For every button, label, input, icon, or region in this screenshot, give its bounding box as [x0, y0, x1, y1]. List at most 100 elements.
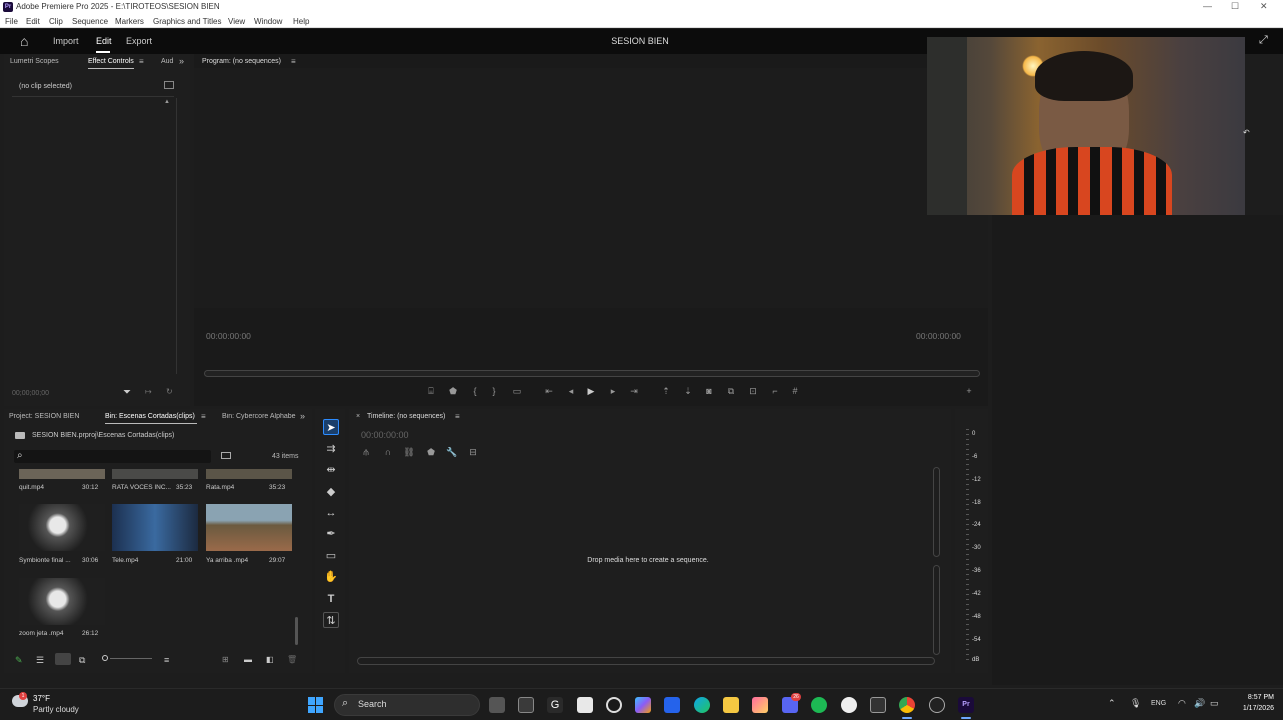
hand-tool-icon[interactable]: ✋	[323, 569, 339, 585]
scroll-up-icon[interactable]: ▲	[164, 99, 170, 105]
add-marker-icon[interactable]: ⬟	[424, 446, 438, 458]
more-tabs-icon[interactable]: »	[300, 411, 305, 421]
clip-thumbnail[interactable]	[19, 504, 105, 551]
premiere-taskbar-icon[interactable]: Pr	[958, 697, 974, 713]
search-input[interactable]	[14, 450, 211, 463]
clip-thumbnail[interactable]	[206, 504, 292, 551]
obs-icon[interactable]	[841, 697, 857, 713]
fullscreen-icon[interactable]: ⤢	[1259, 34, 1268, 47]
widgets-icon[interactable]	[518, 697, 534, 713]
app-icon[interactable]	[929, 697, 945, 713]
tab-export[interactable]: Export	[126, 36, 152, 46]
copilot-icon[interactable]	[635, 697, 651, 713]
track-select-tool-icon[interactable]: ⇉	[323, 441, 339, 457]
zoom-slider-handle[interactable]	[102, 655, 108, 661]
mark-out-icon[interactable]: }	[487, 385, 501, 397]
pencil-icon[interactable]: ✎	[15, 655, 23, 666]
lift-icon[interactable]: ⇡	[659, 385, 673, 397]
new-item-icon[interactable]: ◧	[266, 655, 274, 664]
comparison-icon[interactable]: ⧉	[724, 385, 738, 397]
camera-icon[interactable]: ◙	[702, 385, 716, 397]
filter-icon[interactable]: ⏷	[123, 387, 131, 398]
snap-icon[interactable]: ∩	[381, 446, 395, 458]
menu-edit[interactable]: Edit	[26, 17, 40, 26]
clip-thumbnail[interactable]	[112, 469, 198, 479]
menu-markers[interactable]: Markers	[115, 17, 144, 26]
type-tool-icon[interactable]: T	[323, 591, 339, 607]
play-icon[interactable]: ▶	[584, 385, 598, 397]
app-icon[interactable]	[870, 697, 886, 713]
menu-view[interactable]: View	[228, 17, 245, 26]
more-tabs-icon[interactable]: »	[179, 56, 184, 66]
scrollbar-track[interactable]	[176, 98, 177, 374]
freeform-view-icon[interactable]: ⧉	[79, 655, 85, 666]
extract-icon[interactable]: ⌸	[424, 385, 438, 397]
tab-bin-cybercore[interactable]: Bin: Cybercore Alphabe	[222, 413, 297, 420]
menu-help[interactable]: Help	[293, 17, 309, 26]
grid-icon[interactable]: #	[788, 385, 802, 397]
tab-lumetri-scopes[interactable]: Lumetri Scopes	[10, 58, 59, 65]
tray-chevron-icon[interactable]: ⌃	[1108, 698, 1116, 709]
toggle-timeline-icon[interactable]	[164, 81, 174, 89]
bin-scrollbar[interactable]	[295, 617, 298, 645]
ripple-edit-tool-icon[interactable]: ⇹	[323, 462, 339, 478]
chrome-icon[interactable]	[899, 697, 915, 713]
store-icon[interactable]	[577, 697, 593, 713]
add-button-icon[interactable]: +	[962, 385, 976, 397]
panel-menu-icon[interactable]: ≡	[139, 57, 144, 66]
home-icon[interactable]: ⌂	[20, 33, 28, 49]
menu-file[interactable]: File	[5, 17, 18, 26]
clock-date[interactable]: 1/17/2026	[1230, 705, 1274, 712]
captions-icon[interactable]: ⊟	[466, 446, 480, 458]
undo-icon[interactable]: ↶	[1243, 128, 1250, 137]
panel-menu-icon[interactable]: ≡	[201, 412, 206, 421]
mark-in-icon[interactable]: {	[468, 385, 482, 397]
clip-thumbnail[interactable]	[206, 469, 292, 479]
video-display[interactable]	[194, 68, 988, 308]
microphone-icon[interactable]: 🎙	[1130, 698, 1141, 709]
task-view-icon[interactable]	[489, 697, 505, 713]
menu-graphics[interactable]: Graphics and Titles	[153, 17, 221, 26]
automate-icon[interactable]: ⊞	[222, 655, 229, 664]
wifi-icon[interactable]: ◠	[1178, 698, 1186, 709]
edge-icon[interactable]	[694, 697, 710, 713]
remix-tool-icon[interactable]: ⇅	[323, 612, 339, 628]
tab-edit[interactable]: Edit	[96, 36, 112, 46]
step-back-icon[interactable]: ◂	[564, 385, 578, 397]
menu-window[interactable]: Window	[254, 17, 282, 26]
timeline-horizontal-scrollbar[interactable]	[357, 657, 935, 665]
zoom-scroll-bar[interactable]	[204, 370, 980, 377]
clock-time[interactable]: 8:57 PM	[1234, 694, 1274, 701]
visual-studio-icon[interactable]	[664, 697, 680, 713]
tab-effect-controls[interactable]: Effect Controls	[88, 58, 134, 65]
nest-icon[interactable]: ⫛	[359, 446, 373, 458]
slip-tool-icon[interactable]: ↔	[323, 505, 339, 521]
steam-icon[interactable]	[606, 697, 622, 713]
tab-audio[interactable]: Aud	[161, 58, 173, 65]
close-timeline-icon[interactable]: ×	[356, 413, 360, 420]
settings-wrench-icon[interactable]: 🔧	[445, 446, 459, 458]
language-indicator[interactable]: ENG	[1151, 700, 1166, 707]
app-icon[interactable]	[752, 697, 768, 713]
list-view-icon[interactable]: ☰	[36, 655, 44, 666]
selection-tool-icon[interactable]: ➤	[323, 420, 339, 436]
vr-icon[interactable]: ⌐	[768, 385, 782, 397]
safe-margins-icon[interactable]: ▭	[510, 385, 524, 397]
loop-icon[interactable]: ↻	[166, 387, 173, 396]
marker-icon[interactable]: ⬟	[446, 385, 460, 397]
volume-icon[interactable]: 🔊	[1194, 698, 1205, 709]
panel-menu-icon[interactable]: ≡	[455, 412, 460, 421]
tab-project[interactable]: Project: SESION BIEN	[9, 413, 79, 420]
taskbar-search-input[interactable]	[334, 694, 480, 716]
zoom-slider[interactable]	[110, 658, 152, 659]
video-tracks-scrollbar[interactable]	[933, 467, 940, 557]
go-to-in-icon[interactable]: ⇤	[542, 385, 556, 397]
battery-icon[interactable]: ▭	[1210, 698, 1219, 709]
windows-start-icon[interactable]	[308, 697, 324, 713]
file-explorer-icon[interactable]	[723, 697, 739, 713]
rectangle-tool-icon[interactable]: ▭	[323, 548, 339, 564]
new-bin-icon[interactable]	[221, 452, 231, 459]
new-bin-bottom-icon[interactable]: ▬	[244, 655, 252, 664]
razor-tool-icon[interactable]: ◆	[323, 484, 339, 500]
weather-temp[interactable]: 37°F	[33, 694, 50, 703]
